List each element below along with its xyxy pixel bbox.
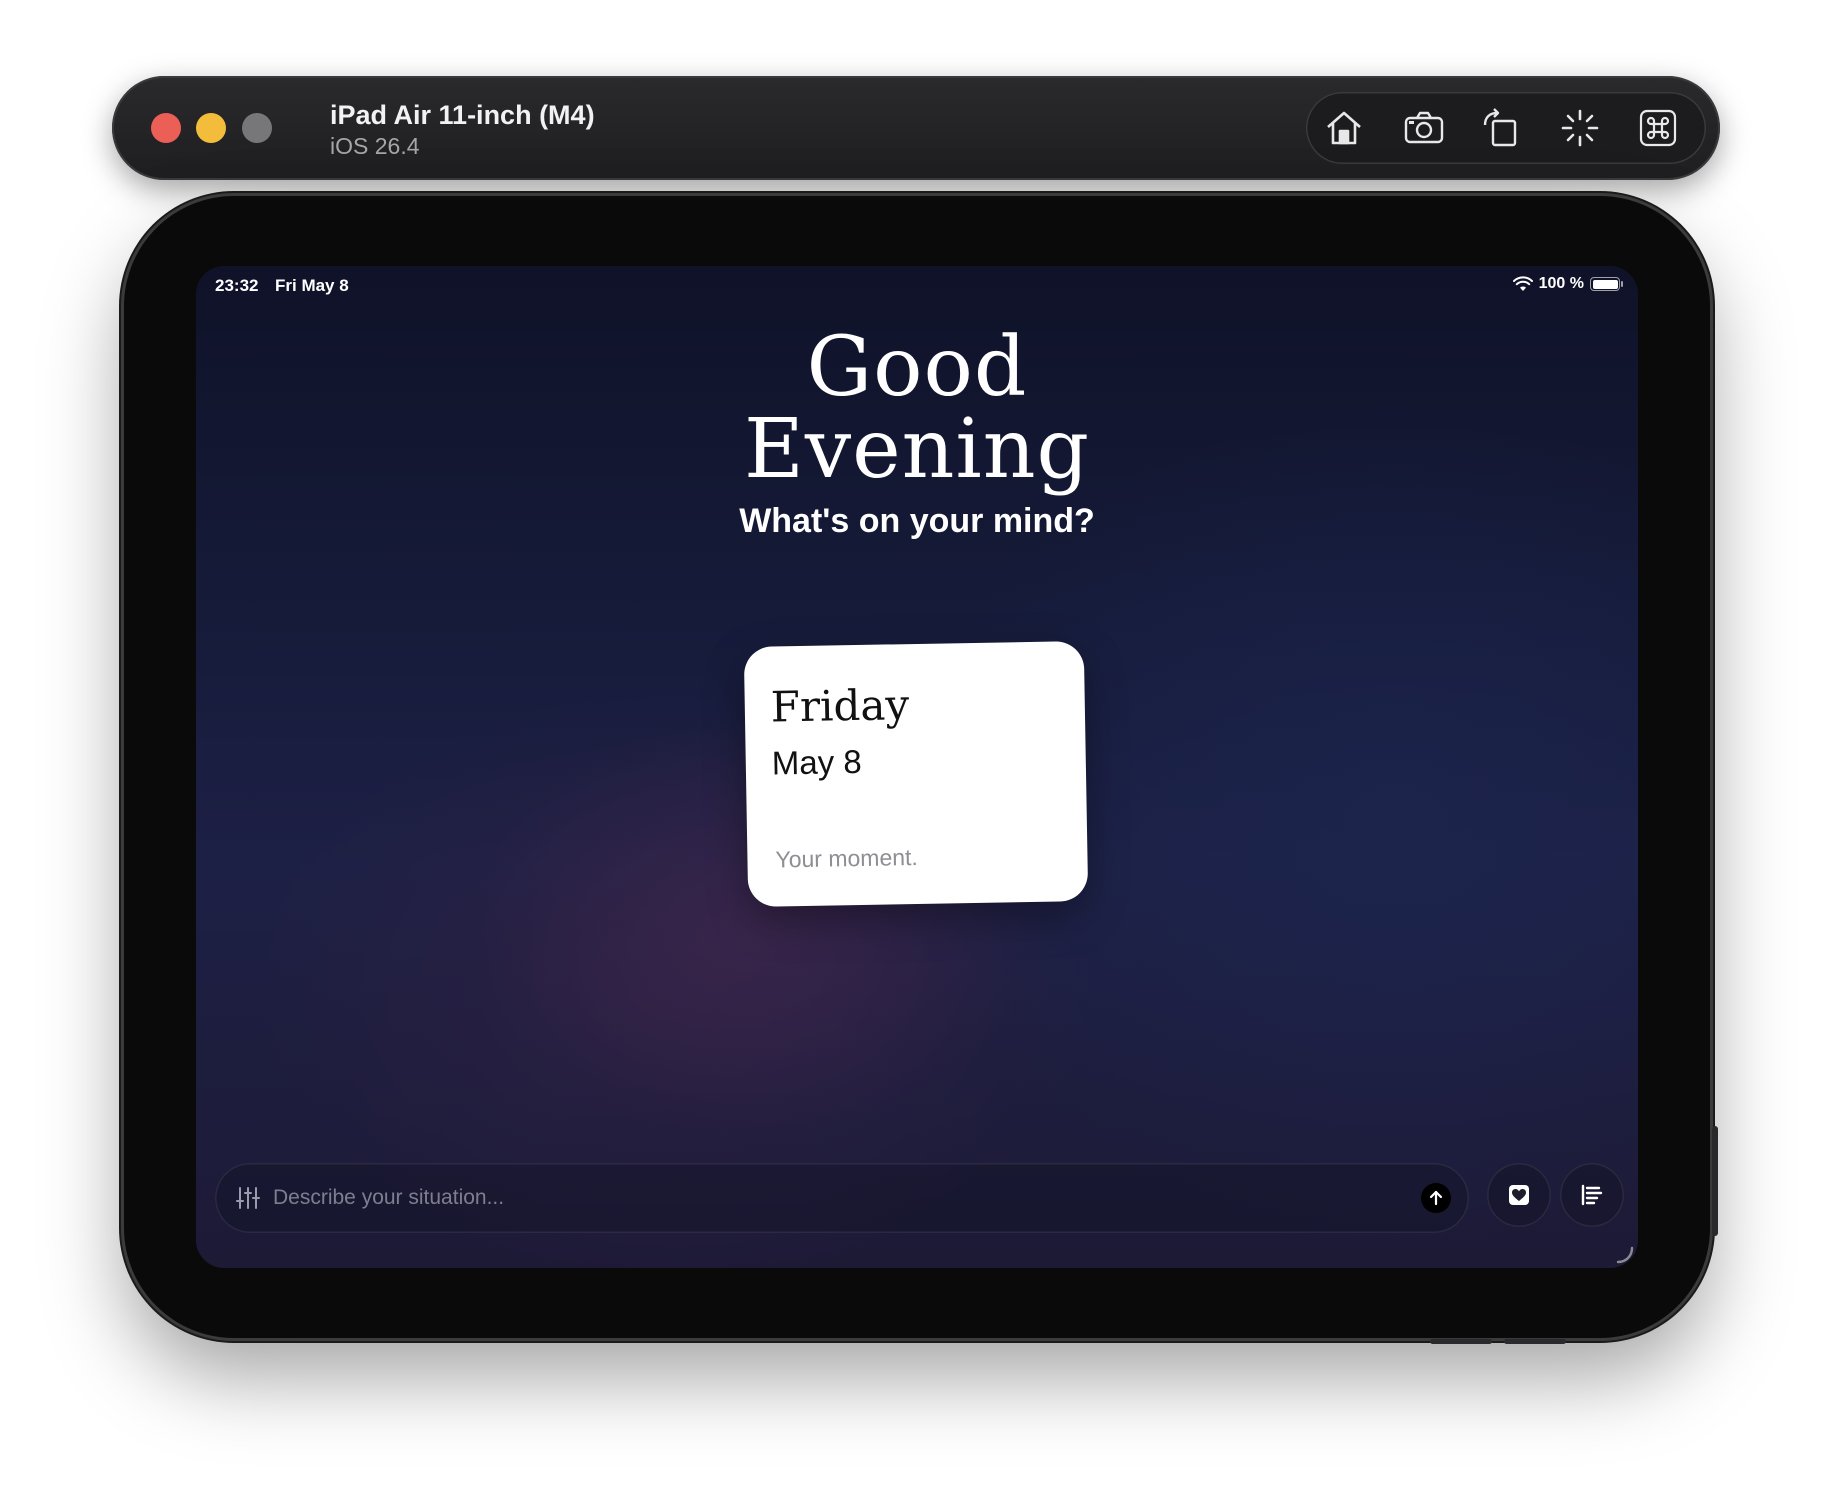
os-version: iOS 26.4 xyxy=(330,133,420,159)
card-date: May 8 xyxy=(771,742,862,782)
device-name: iPad Air 11-inch (M4) xyxy=(330,100,595,130)
battery-level xyxy=(1592,279,1618,289)
heart-icon xyxy=(1509,1185,1529,1205)
close-window-button[interactable] xyxy=(151,113,181,143)
command-button[interactable] xyxy=(1634,104,1682,152)
situation-input[interactable] xyxy=(271,1163,1381,1233)
screenshot-icon xyxy=(1404,111,1444,144)
composer-bar xyxy=(215,1163,1469,1233)
status-right: 100 % xyxy=(1512,275,1623,293)
simulator-tool-group xyxy=(1306,92,1706,164)
card-weekday: Friday xyxy=(770,680,910,732)
battery-icon xyxy=(1590,277,1623,291)
status-date: Fri May 8 xyxy=(275,276,349,295)
app-screen: 23:32 Fri May 8 100 % Good Evening What'… xyxy=(196,266,1638,1268)
minimize-window-button[interactable] xyxy=(196,113,226,143)
resize-handle-icon[interactable] xyxy=(1614,1244,1634,1264)
zoom-window-button[interactable] xyxy=(242,113,272,143)
sliders-icon[interactable] xyxy=(235,1185,261,1211)
favorites-button[interactable] xyxy=(1487,1163,1551,1227)
greeting-line-1: Good xyxy=(806,320,1028,415)
hardware-button xyxy=(1504,1339,1566,1344)
battery-percentage: 100 % xyxy=(1538,275,1584,292)
day-card[interactable]: Friday May 8 Your moment. xyxy=(743,641,1089,907)
rotate-button[interactable] xyxy=(1476,104,1524,152)
history-button[interactable] xyxy=(1560,1163,1624,1227)
status-time: 23:32 xyxy=(215,276,259,295)
greeting-subtitle: What's on your mind? xyxy=(739,502,1095,540)
home-icon xyxy=(1327,111,1361,145)
greeting-line-2: Evening xyxy=(743,402,1091,497)
hardware-button xyxy=(1430,1339,1492,1344)
wifi-icon xyxy=(1512,276,1533,291)
rotate-icon xyxy=(1483,108,1517,147)
send-button[interactable] xyxy=(1421,1183,1451,1213)
home-button[interactable] xyxy=(1320,104,1368,152)
volume-button xyxy=(1712,1126,1718,1236)
card-caption: Your moment. xyxy=(775,843,919,873)
simulator-toolbar: iPad Air 11-inch (M4) iOS 26.4 xyxy=(112,76,1720,180)
arrow-up-icon xyxy=(1429,1190,1443,1206)
ipad-frame: 23:32 Fri May 8 100 % Good Evening What'… xyxy=(124,196,1718,1344)
shake-icon xyxy=(1561,109,1599,147)
screenshot-button[interactable] xyxy=(1400,104,1448,152)
text-align-left-icon xyxy=(1581,1184,1603,1206)
shake-button[interactable] xyxy=(1556,104,1604,152)
command-icon xyxy=(1639,109,1677,147)
